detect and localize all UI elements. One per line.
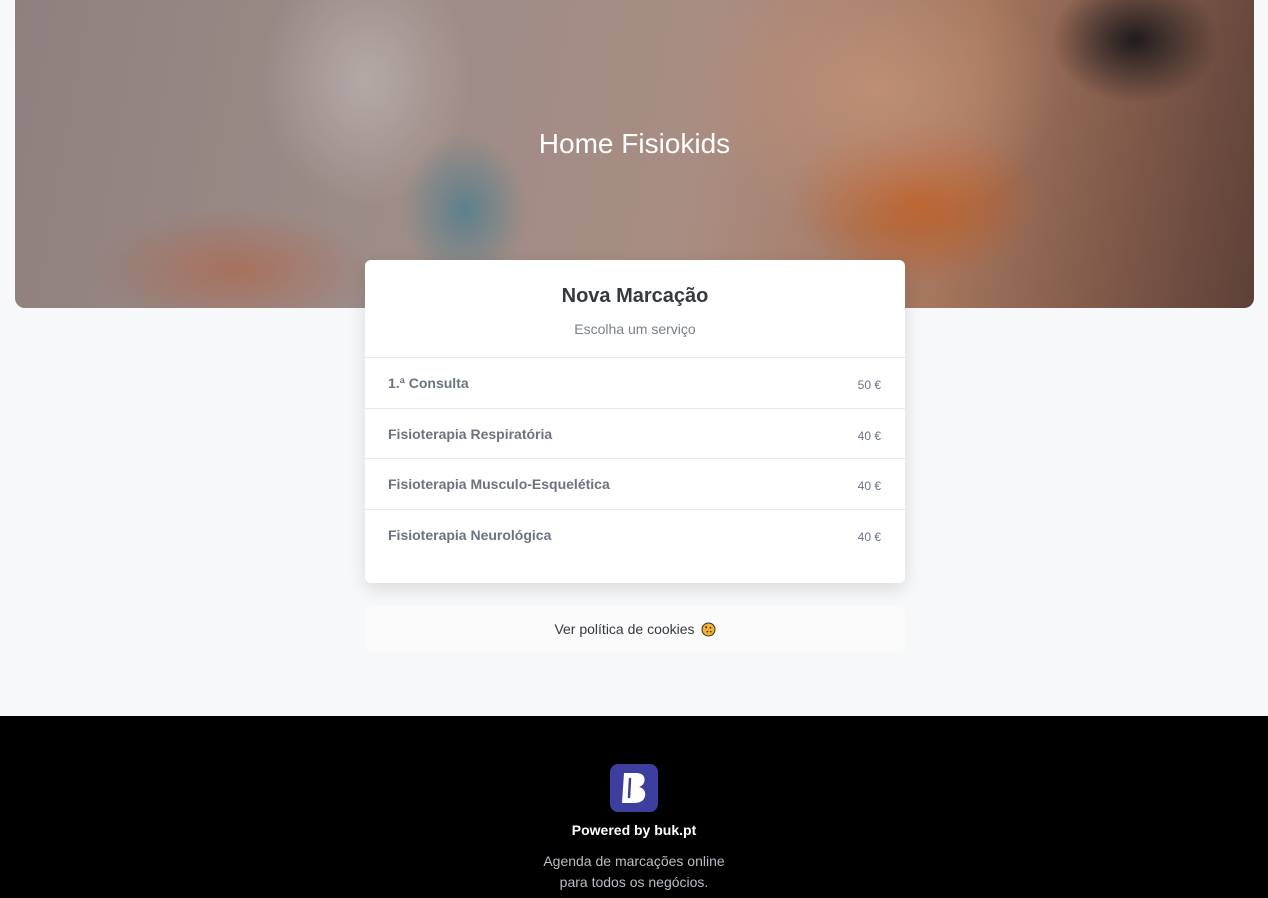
service-name: Fisioterapia Musculo-Esquelética xyxy=(388,476,610,492)
cookie-policy-label: Ver política de cookies xyxy=(554,621,695,637)
cookie-policy-link[interactable]: Ver política de cookies xyxy=(365,606,905,652)
service-name: Fisioterapia Neurológica xyxy=(388,526,552,543)
service-name: Fisioterapia Respiratória xyxy=(388,425,553,442)
tagline-line-2: para todos os negócios. xyxy=(559,874,709,890)
footer: Powered by buk.pt Agenda de marcações on… xyxy=(0,716,1268,898)
service-name: 1.ª Consulta xyxy=(388,375,469,391)
service-price: 40 € xyxy=(857,428,881,443)
service-list: 1.ª Consulta 50 € Fisioterapia Respirató… xyxy=(365,358,905,560)
service-item-neurological[interactable]: Fisioterapia Neurológica 40 € xyxy=(365,510,905,561)
booking-card: Nova Marcação Escolha um serviço 1.ª Con… xyxy=(365,260,905,583)
cookie-icon xyxy=(701,622,716,637)
service-item-first-consultation[interactable]: 1.ª Consulta 50 € xyxy=(365,358,905,409)
booking-subtitle: Escolha um serviço xyxy=(574,321,696,337)
powered-by-text: Powered by buk.pt xyxy=(571,822,697,838)
service-price: 40 € xyxy=(857,529,881,544)
booking-title: Nova Marcação xyxy=(561,285,709,307)
service-item-respiratory[interactable]: Fisioterapia Respiratória 40 € xyxy=(365,409,905,459)
service-price: 50 € xyxy=(857,378,881,392)
service-item-musculoskeletal[interactable]: Fisioterapia Musculo-Esquelética 40 € xyxy=(365,459,905,510)
tagline-line-1: Agenda de marcações online xyxy=(543,853,725,869)
business-name: Home Fisiokids xyxy=(538,128,731,159)
booking-card-header: Nova Marcação Escolha um serviço xyxy=(365,260,905,358)
footer-tagline: Agenda de marcações online para todos os… xyxy=(0,851,1268,893)
service-price: 40 € xyxy=(857,479,881,493)
buk-logo-icon[interactable] xyxy=(610,764,658,812)
